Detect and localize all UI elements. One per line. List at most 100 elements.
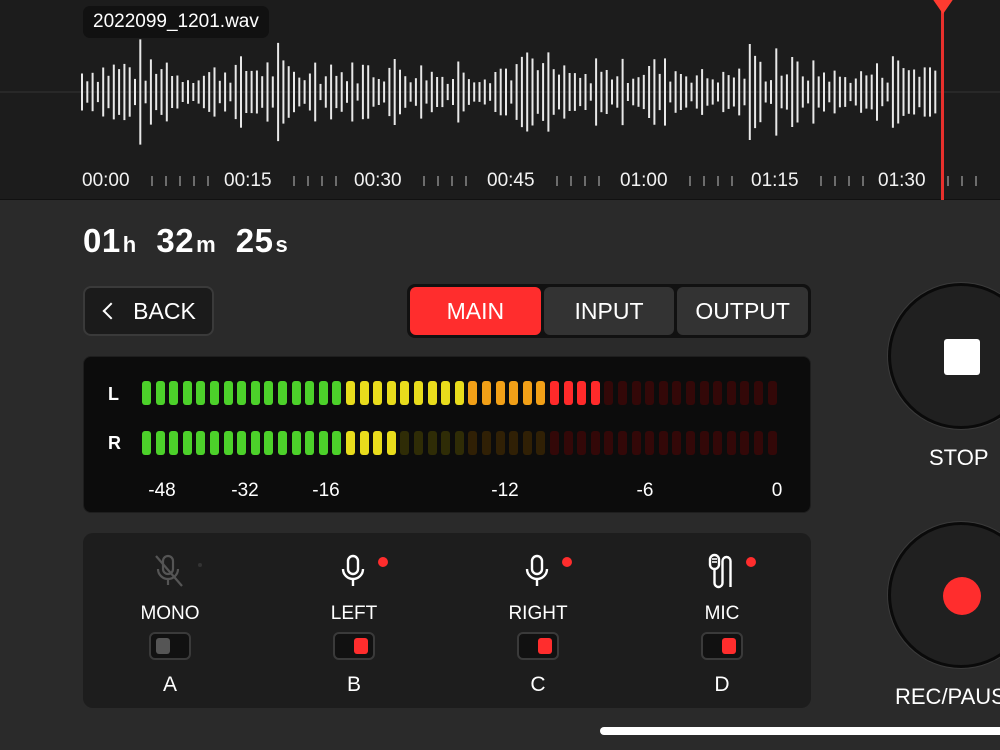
elapsed-minutes: 32 bbox=[156, 222, 195, 259]
meter-segment bbox=[726, 431, 736, 455]
level-meter-panel: L R -48 -32 -16 -12 -6 0 bbox=[83, 356, 811, 513]
meter-segment bbox=[631, 381, 641, 405]
input-channel-mono: MONO A bbox=[110, 533, 230, 708]
recording-indicator bbox=[562, 557, 572, 567]
meter-segment bbox=[332, 431, 342, 455]
timeline-label: 01:15 bbox=[751, 170, 799, 191]
meter-segment bbox=[155, 431, 165, 455]
tab-input[interactable]: INPUT bbox=[543, 287, 675, 335]
recording-indicator bbox=[198, 563, 202, 567]
meter-segment bbox=[223, 431, 233, 455]
waveform-view[interactable]: 2022099_1201.wav 00:00 00:15 00:30 00:45… bbox=[0, 0, 1000, 200]
playhead-handle[interactable] bbox=[925, 0, 961, 14]
toggle-knob bbox=[538, 638, 552, 654]
input-channel-left: LEFT B bbox=[294, 533, 414, 708]
elapsed-hours: 01 bbox=[83, 222, 121, 259]
input-channel-mic: MIC D bbox=[662, 533, 782, 708]
input-channel-name: LEFT bbox=[330, 603, 378, 624]
timeline-label: 00:45 bbox=[487, 170, 535, 191]
input-channel-letter: A bbox=[162, 673, 177, 696]
meter-segment bbox=[210, 381, 219, 405]
meter-segment bbox=[604, 381, 614, 405]
meter-segment bbox=[495, 381, 505, 405]
meter-segment bbox=[250, 381, 260, 405]
meter-segment bbox=[386, 431, 396, 455]
meter-channel-label-left: L bbox=[108, 384, 119, 404]
tab-label: MAIN bbox=[446, 297, 505, 324]
meter-segment bbox=[196, 431, 206, 455]
meter-scale-label: -48 bbox=[148, 480, 176, 501]
lavalier-mic-icon bbox=[708, 553, 732, 589]
meter-scale-label: 0 bbox=[771, 480, 783, 501]
meter-segment bbox=[278, 431, 287, 455]
meter-segment bbox=[726, 381, 736, 405]
meter-segment bbox=[699, 381, 709, 405]
meter-segment bbox=[563, 431, 573, 455]
tab-output[interactable]: OUTPUT bbox=[677, 287, 809, 335]
meter-segment bbox=[305, 381, 315, 405]
meter-segment bbox=[454, 431, 464, 455]
meter-segment bbox=[672, 431, 682, 455]
meter-segment bbox=[373, 381, 383, 405]
meter-segment bbox=[754, 381, 763, 405]
meter-segment bbox=[223, 381, 233, 405]
input-enable-toggle[interactable] bbox=[517, 632, 559, 660]
meter-segment bbox=[604, 431, 614, 455]
meter-segment bbox=[182, 381, 192, 405]
elapsed-seconds: 25 bbox=[235, 222, 274, 259]
input-channel-letter: C bbox=[530, 673, 546, 696]
input-channel-letter: D bbox=[714, 673, 730, 696]
stop-button[interactable] bbox=[888, 283, 1000, 429]
meter-segment bbox=[590, 431, 600, 455]
meter-segment bbox=[441, 431, 451, 455]
meter-scale-label: -16 bbox=[312, 480, 340, 501]
meter-segment bbox=[169, 431, 179, 455]
input-enable-toggle[interactable] bbox=[149, 632, 191, 660]
meter-segment bbox=[509, 431, 519, 455]
meter-scale-label: -6 bbox=[636, 480, 654, 501]
meter-segment bbox=[386, 381, 396, 405]
toggle-knob bbox=[722, 638, 736, 654]
meter-segment bbox=[468, 381, 478, 405]
home-indicator bbox=[600, 727, 1000, 735]
meter-segment bbox=[495, 431, 505, 455]
meter-segment bbox=[740, 431, 750, 455]
meter-segment bbox=[278, 381, 287, 405]
meter-segment bbox=[359, 381, 369, 405]
meter-channel-label-right: R bbox=[108, 433, 121, 453]
meter-segment bbox=[427, 381, 437, 405]
elapsed-seconds-unit: s bbox=[275, 232, 289, 257]
meter-segment bbox=[577, 381, 587, 405]
meter-segment bbox=[414, 431, 423, 455]
meter-segment bbox=[482, 431, 491, 455]
toggle-knob bbox=[156, 638, 170, 654]
meter-segment bbox=[645, 431, 655, 455]
timeline-label: 00:15 bbox=[224, 170, 272, 191]
back-button[interactable]: BACK bbox=[83, 286, 214, 336]
meter-segment bbox=[454, 381, 464, 405]
meter-segment bbox=[509, 381, 519, 405]
timeline-label: 00:00 bbox=[82, 170, 130, 191]
meter-segment bbox=[182, 431, 192, 455]
input-enable-toggle[interactable] bbox=[333, 632, 375, 660]
meter-segment bbox=[305, 431, 315, 455]
playhead-line[interactable] bbox=[941, 0, 944, 200]
meter-segment bbox=[590, 381, 600, 405]
recording-indicator bbox=[746, 557, 756, 567]
meter-segment bbox=[699, 431, 709, 455]
input-enable-toggle[interactable] bbox=[701, 632, 743, 660]
meter-segment bbox=[522, 381, 532, 405]
input-channel-name: MONO bbox=[140, 603, 200, 624]
meter-segment bbox=[618, 431, 627, 455]
tab-main[interactable]: MAIN bbox=[410, 287, 541, 335]
record-pause-button-label: REC/PAUSE bbox=[895, 684, 1000, 709]
mic-icon bbox=[525, 554, 549, 586]
record-icon bbox=[943, 577, 981, 615]
meter-segment bbox=[550, 381, 559, 405]
mic-off-icon bbox=[155, 554, 183, 587]
meter-segment bbox=[318, 381, 328, 405]
meter-segment bbox=[400, 431, 410, 455]
timeline-label: 00:30 bbox=[354, 170, 402, 191]
elapsed-hours-unit: h bbox=[122, 232, 137, 257]
record-pause-button[interactable] bbox=[888, 522, 1000, 668]
